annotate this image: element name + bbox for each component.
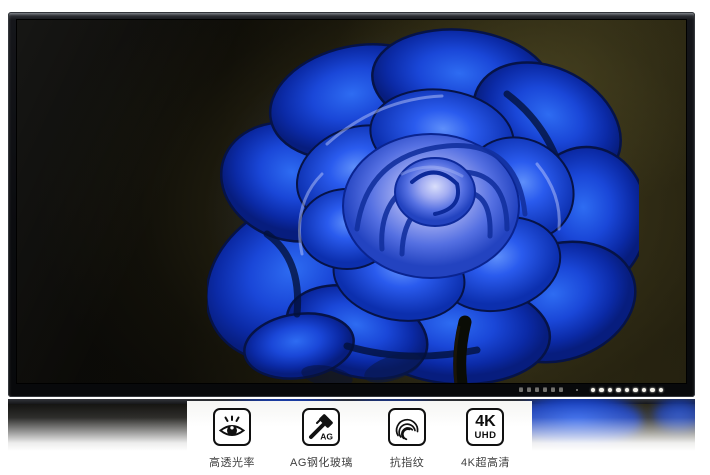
- feature-label: 4K超高清: [461, 454, 510, 470]
- feature-label: AG钢化玻璃: [290, 454, 353, 470]
- 4k-uhd-icon: 4K UHD: [466, 408, 504, 446]
- bezel-button[interactable]: [519, 388, 523, 392]
- feature-item-anti-fingerprint: 抗指纹: [388, 408, 426, 475]
- display-screen: [16, 19, 687, 384]
- led-dot: [633, 388, 638, 393]
- rose-stem: [460, 322, 465, 384]
- 4k-text: 4K: [475, 414, 495, 430]
- feature-label: 抗指纹: [390, 454, 425, 470]
- bezel-button[interactable]: [543, 388, 547, 392]
- led-dot: [659, 388, 664, 393]
- feature-item-4k: 4K UHD 4K超高清: [461, 408, 510, 475]
- feature-item-tempered-glass: AG AG钢化玻璃: [290, 408, 353, 475]
- high-transmittance-eye-icon: [213, 408, 251, 446]
- led-dot: [591, 388, 596, 393]
- uhd-text: UHD: [474, 431, 496, 441]
- blue-rose-graphic: [207, 24, 639, 384]
- feature-label: 高透光率: [209, 454, 255, 470]
- bezel-button[interactable]: [527, 388, 531, 392]
- led-dot: [599, 388, 604, 393]
- feature-panel: 高透光率 AG AG钢化玻璃: [187, 401, 532, 475]
- ag-badge-text: AG: [321, 432, 334, 442]
- bezel-button[interactable]: [551, 388, 555, 392]
- led-dot: [642, 388, 647, 393]
- led-dot: [616, 388, 621, 393]
- bezel-button[interactable]: [535, 388, 539, 392]
- bezel-button[interactable]: [559, 388, 563, 392]
- promo-image: 高透光率 AG AG钢化玻璃: [0, 0, 710, 475]
- feature-item-transmittance: 高透光率: [209, 408, 255, 475]
- anti-fingerprint-icon: [388, 408, 426, 446]
- ag-tempered-glass-hammer-icon: AG: [302, 408, 340, 446]
- bezel-indicator-dots: [519, 387, 664, 393]
- led-dot: [625, 388, 630, 393]
- led-dot: [650, 388, 655, 393]
- display-device-frame: [8, 12, 695, 397]
- led-dot: [608, 388, 613, 393]
- power-led: [576, 389, 578, 391]
